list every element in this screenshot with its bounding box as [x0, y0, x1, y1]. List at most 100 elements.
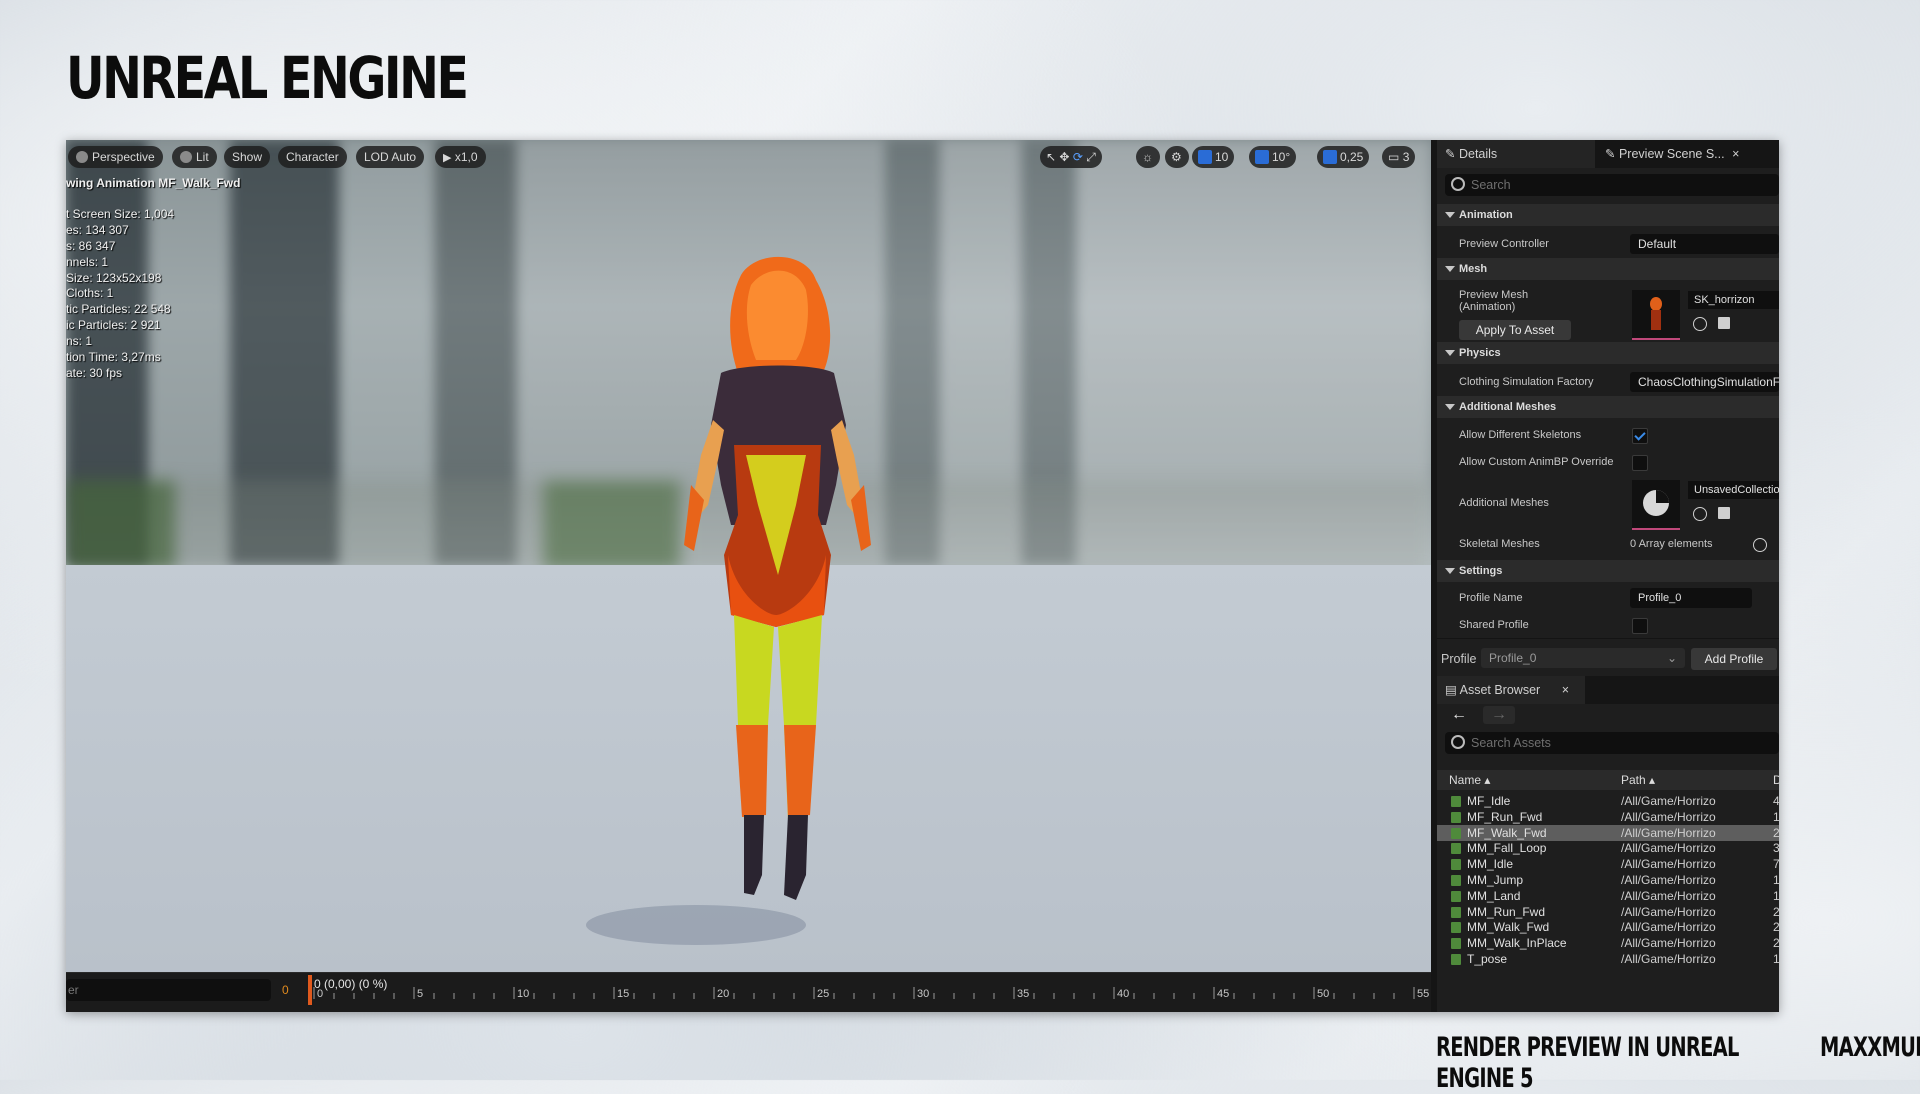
scale-icon[interactable]: ⤢: [1086, 150, 1096, 164]
search-icon: [1451, 177, 1465, 191]
slide-caption: RENDER PREVIEW IN UNREAL ENGINE 5: [1436, 1032, 1739, 1094]
use-asset-icon[interactable]: [1718, 317, 1730, 329]
asset-row[interactable]: MM_Run_Fwd/All/Game/Horrizo 2: [1437, 904, 1779, 920]
apply-to-asset-button[interactable]: Apply To Asset: [1459, 320, 1571, 340]
allow-different-skeletons-checkbox[interactable]: [1632, 428, 1648, 444]
preview-viewport[interactable]: Perspective Lit Show Character LOD Auto …: [66, 140, 1431, 972]
asset-extra: 2: [1773, 936, 1779, 951]
asset-path: /All/Game/Horrizo: [1621, 857, 1716, 872]
additional-meshes-thumbnail[interactable]: [1632, 480, 1680, 530]
additional-meshes-label: Additional Meshes: [1459, 497, 1549, 509]
add-profile-button[interactable]: Add Profile: [1691, 648, 1777, 670]
asset-search-input[interactable]: Search Assets: [1445, 732, 1779, 754]
preview-controller-dropdown[interactable]: Default: [1630, 234, 1779, 254]
preview-mesh-asset[interactable]: SK_horrizon: [1688, 291, 1779, 309]
stats-line: ate: 30 fps: [66, 365, 123, 380]
pencil-icon: ✎: [1605, 147, 1616, 161]
shared-profile-checkbox[interactable]: [1632, 618, 1648, 634]
animation-sequence-icon: [1451, 811, 1461, 823]
asset-row[interactable]: MM_Idle/All/Game/Horrizo 7: [1437, 856, 1779, 872]
back-arrow-icon[interactable]: ←: [1451, 706, 1467, 724]
camera-count-button[interactable]: ▭ 3: [1382, 146, 1416, 168]
column-path[interactable]: Path ▴: [1621, 770, 1655, 790]
character-thumbnail-icon: [1632, 290, 1680, 336]
timeline-ruler[interactable]: 0 5 10 15 20 25 30 35 40 45 50 55: [308, 973, 1431, 1003]
show-button[interactable]: Show: [224, 146, 271, 168]
column-extra[interactable]: D: [1773, 770, 1779, 790]
timeline-readout: 0 (0,00) (0 %): [314, 977, 388, 991]
lod-button[interactable]: LOD Auto: [356, 146, 425, 168]
add-element-icon[interactable]: [1753, 538, 1767, 552]
playback-speed-button[interactable]: ▶ x1,0: [435, 146, 486, 168]
stats-header: wing Animation MF_Walk_Fwd: [66, 176, 241, 190]
browse-icon[interactable]: [1693, 507, 1707, 521]
animation-sequence-icon: [1451, 875, 1461, 886]
asset-path: /All/Game/Horrizo: [1621, 888, 1716, 903]
stats-line: nnels: 1: [66, 254, 109, 269]
asset-row[interactable]: MF_Walk_Fwd/All/Game/Horrizo 2: [1437, 824, 1779, 841]
tab-asset-browser[interactable]: ▤ Asset Browser ×: [1437, 676, 1585, 704]
playhead[interactable]: [308, 975, 312, 1005]
tab-details[interactable]: ✎ Details: [1437, 140, 1595, 168]
animation-timeline[interactable]: er 0 0 5 10 15 20 25 30 35 40 45 50 55 0 (0,00) (0 …: [66, 972, 1431, 1012]
asset-extra: 2: [1773, 920, 1779, 935]
close-icon[interactable]: ×: [1732, 147, 1739, 161]
play-icon: ▶: [443, 152, 452, 164]
asset-row[interactable]: T_pose/All/Game/Horrizo 1: [1437, 951, 1779, 967]
category-physics[interactable]: Physics: [1437, 342, 1779, 364]
asset-path: /All/Game/Horrizo: [1621, 936, 1716, 951]
allow-different-skeletons-label: Allow Different Skeletons: [1459, 429, 1582, 441]
category-additional-meshes[interactable]: Additional Meshes: [1437, 396, 1779, 418]
camera-speed-icon[interactable]: ☼: [1136, 146, 1160, 168]
asset-extra: 1: [1773, 888, 1779, 903]
asset-extra: 1: [1773, 873, 1779, 887]
clothing-simulation-factory-dropdown[interactable]: ChaosClothingSimulationFactory: [1630, 372, 1779, 392]
additional-meshes-asset[interactable]: UnsavedCollection: [1688, 481, 1779, 499]
scale-snap-toggle[interactable]: 0,25: [1317, 146, 1370, 168]
animation-sequence-icon: [1451, 859, 1461, 871]
column-name[interactable]: Name ▴: [1449, 770, 1490, 790]
asset-row[interactable]: MM_Fall_Loop/All/Game/Horrizo 3: [1437, 840, 1779, 856]
surface-snap-icon[interactable]: ⚙: [1165, 146, 1189, 168]
category-settings[interactable]: Settings: [1437, 560, 1779, 582]
translate-icon[interactable]: ✥: [1059, 150, 1069, 164]
character-button[interactable]: Character: [278, 146, 347, 168]
animation-sequence-icon: [1451, 890, 1461, 902]
asset-row[interactable]: MM_Jump/All/Game/Horrizo 1: [1437, 872, 1779, 888]
timeline-tick-label: 55: [1417, 988, 1429, 1000]
use-asset-icon[interactable]: [1718, 507, 1730, 519]
rotate-icon[interactable]: ⟳: [1073, 150, 1083, 164]
browse-icon[interactable]: [1693, 317, 1707, 331]
asset-row[interactable]: MM_Walk_InPlace/All/Game/Horrizo 2: [1437, 935, 1779, 951]
asset-path: /All/Game/Horrizo: [1621, 841, 1716, 856]
timeline-search-input[interactable]: er: [66, 979, 271, 1001]
profile-dropdown[interactable]: Profile_0 ⌄: [1481, 648, 1685, 668]
category-mesh[interactable]: Mesh: [1437, 258, 1779, 280]
forward-arrow-icon[interactable]: →: [1483, 706, 1515, 724]
transform-tools[interactable]: ↖ ✥ ⟳ ⤢: [1040, 146, 1102, 168]
asset-row[interactable]: MF_Idle/All/Game/Horrizo 4: [1437, 793, 1779, 809]
preview-mesh-thumbnail[interactable]: [1632, 290, 1680, 340]
lit-button[interactable]: Lit: [172, 146, 217, 168]
collapse-arrow-icon: [1445, 266, 1455, 272]
select-icon[interactable]: ↖: [1046, 150, 1056, 164]
asset-row[interactable]: MM_Walk_Fwd/All/Game/Horrizo 2: [1437, 919, 1779, 935]
current-frame[interactable]: 0: [282, 983, 289, 997]
details-search-input[interactable]: Search: [1445, 174, 1779, 196]
asset-row[interactable]: MM_Land/All/Game/Horrizo 1: [1437, 888, 1779, 904]
viewport-toolbar: Perspective Lit Show Character LOD Auto …: [66, 146, 1431, 170]
perspective-button[interactable]: Perspective: [68, 146, 163, 168]
profile-name-label: Profile Name: [1459, 592, 1523, 604]
allow-custom-animbp-checkbox[interactable]: [1632, 455, 1648, 471]
profile-name-input[interactable]: Profile_0: [1630, 588, 1752, 608]
allow-custom-animbp-label: Allow Custom AnimBP Override: [1459, 456, 1614, 468]
collapse-arrow-icon: [1445, 568, 1455, 574]
asset-row[interactable]: MF_Run_Fwd/All/Game/Horrizo 1: [1437, 809, 1779, 825]
angle-icon: [1255, 150, 1269, 164]
grid-snap-toggle[interactable]: 10: [1192, 146, 1235, 168]
tab-preview-scene-settings[interactable]: ✎ Preview Scene S... ×: [1597, 140, 1775, 168]
category-animation[interactable]: Animation: [1437, 204, 1779, 226]
stats-line: Size: 123x52x198: [66, 270, 162, 285]
angle-snap-toggle[interactable]: 10°: [1249, 146, 1297, 168]
close-icon[interactable]: ×: [1562, 683, 1569, 697]
